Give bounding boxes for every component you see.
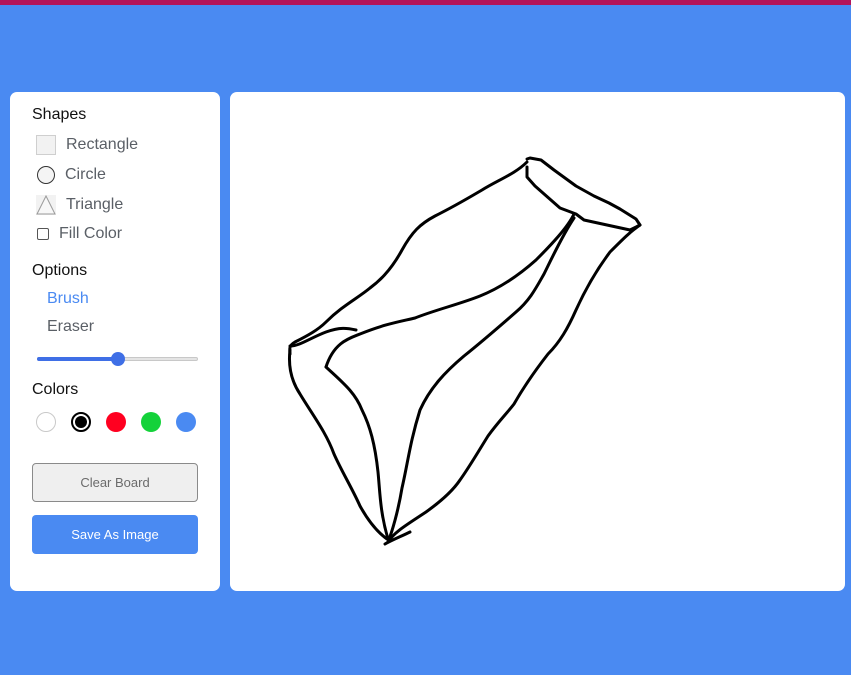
fill-color-label: Fill Color [59, 225, 123, 242]
clear-board-button[interactable]: Clear Board [32, 463, 198, 502]
fill-color-checkbox[interactable] [37, 228, 49, 240]
color-swatch[interactable] [176, 412, 196, 432]
colors-title: Colors [32, 381, 79, 398]
shape-triangle[interactable]: Triangle [36, 194, 123, 216]
options-title: Options [32, 262, 88, 279]
color-swatch[interactable] [36, 412, 56, 432]
save-image-button[interactable]: Save As Image [32, 515, 198, 554]
rectangle-icon [36, 135, 56, 155]
slider-thumb[interactable] [111, 352, 125, 366]
color-swatch[interactable] [71, 412, 91, 432]
slider-fill [37, 357, 118, 361]
drawing-strokes [288, 156, 642, 546]
triangle-icon [36, 195, 56, 215]
circle-icon [37, 166, 55, 184]
color-swatch[interactable] [141, 412, 161, 432]
shapes-title: Shapes [32, 106, 87, 123]
shape-rectangle[interactable]: Rectangle [36, 134, 138, 156]
fill-color-option: Fill Color [36, 225, 122, 243]
top-accent-strip [0, 0, 851, 5]
color-swatch[interactable] [106, 412, 126, 432]
drawing-canvas[interactable] [230, 92, 845, 591]
brush-size-slider[interactable] [37, 352, 198, 366]
shape-rectangle-label: Rectangle [66, 136, 139, 153]
tools-panel: Shapes Rectangle Circle Triangle Fill Co… [10, 92, 220, 591]
eraser-option[interactable]: Eraser [47, 318, 94, 336]
shape-circle[interactable]: Circle [36, 164, 106, 186]
shape-triangle-label: Triangle [66, 196, 124, 213]
brush-option[interactable]: Brush [47, 290, 89, 308]
selected-color-dot [75, 416, 87, 428]
color-swatches [36, 412, 206, 434]
shape-circle-label: Circle [65, 166, 106, 183]
